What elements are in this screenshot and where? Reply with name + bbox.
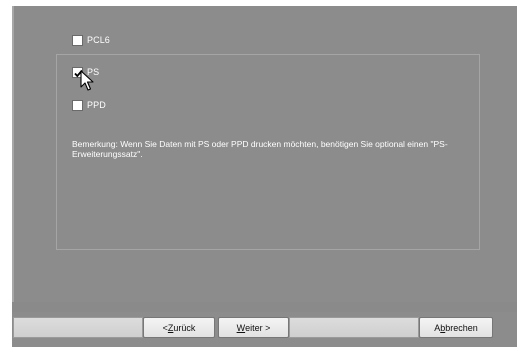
button-bar-spacer-right bbox=[289, 317, 419, 338]
button-bar-spacer bbox=[13, 317, 143, 338]
option-pcl6[interactable]: PCL6 bbox=[72, 33, 110, 47]
ppd-checkbox[interactable] bbox=[72, 99, 83, 111]
cancel-label: brechen bbox=[445, 322, 478, 333]
button-bar: < Zurück Weiter > Ab brechen bbox=[12, 312, 517, 347]
next-mnemonic: W bbox=[236, 322, 246, 333]
pcl6-label: PCL6 bbox=[87, 35, 110, 45]
option-ppd[interactable]: PPD bbox=[72, 98, 106, 112]
ppd-label: PPD bbox=[87, 100, 106, 110]
dialog-window: PCL6 PS PPD Bemerkung: Wenn Sie Daten mi… bbox=[12, 6, 517, 347]
content-panel: PCL6 PS PPD Bemerkung: Wenn Sie Daten mi… bbox=[12, 6, 517, 302]
cancel-button[interactable]: Ab brechen bbox=[419, 317, 493, 338]
panel-edge bbox=[12, 6, 14, 302]
remark-text: Bemerkung: Wenn Sie Daten mit PS oder PP… bbox=[72, 139, 448, 159]
next-button[interactable]: Weiter > bbox=[218, 317, 289, 338]
back-label: urück bbox=[173, 322, 196, 333]
next-label: eiter > bbox=[245, 322, 271, 333]
mouse-pointer-icon bbox=[80, 70, 94, 91]
back-button[interactable]: < Zurück bbox=[143, 317, 215, 338]
pcl6-checkbox[interactable] bbox=[72, 34, 83, 46]
